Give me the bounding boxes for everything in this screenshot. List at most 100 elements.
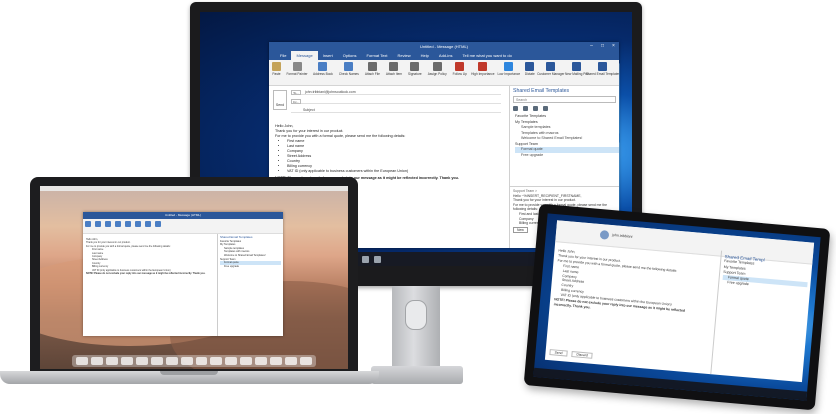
ribbon-button[interactable]: High Importance: [471, 62, 495, 76]
ribbon-button[interactable]: Paste: [272, 62, 281, 76]
tab-insert[interactable]: Insert: [318, 51, 338, 60]
ribbon-icon[interactable]: [125, 221, 131, 227]
tab-message[interactable]: Message: [291, 51, 318, 60]
ribbon-button-label: Check Names: [338, 72, 359, 76]
maximize-icon[interactable]: □: [597, 42, 608, 51]
ribbon-button-icon: [504, 62, 514, 71]
ribbon-button-label: Low Importance: [497, 72, 521, 76]
minimize-icon[interactable]: –: [586, 42, 597, 51]
tab-options[interactable]: Options: [338, 51, 362, 60]
cc-field[interactable]: Cc...: [291, 98, 501, 104]
ribbon-button-label: High Importance: [471, 72, 495, 76]
send-button[interactable]: Send: [273, 90, 287, 110]
ribbon-icon[interactable]: [115, 221, 121, 227]
taskbar-app-icon[interactable]: [374, 256, 381, 263]
ribbon-button[interactable]: Attach File: [365, 62, 380, 76]
ribbon-button[interactable]: New Mailing Poll: [565, 62, 589, 76]
tree-item[interactable]: Free upgrade: [515, 153, 619, 159]
tab-add-ins[interactable]: Add-ins: [434, 51, 458, 60]
details-list: First name Last name Company Street Addr…: [275, 139, 501, 174]
ribbon-button-icon: [525, 62, 535, 71]
close-icon[interactable]: ×: [608, 42, 619, 51]
send-button[interactable]: Send: [549, 349, 568, 357]
ribbon-button-label: Assign Policy: [427, 72, 447, 76]
tablet-message-body: Hello John, Thank you for your interest …: [554, 248, 709, 320]
tab-review[interactable]: Review: [393, 51, 416, 60]
tell-me-search[interactable]: Tell me what you want to do: [457, 51, 516, 60]
ribbon-icon[interactable]: [155, 221, 161, 227]
dock-app-icon[interactable]: [210, 357, 223, 365]
dock-app-icon[interactable]: [255, 357, 268, 365]
delete-icon[interactable]: [543, 106, 548, 111]
edit-icon[interactable]: [523, 106, 528, 111]
mac-menubar: [40, 186, 348, 191]
ribbon-button[interactable]: Dictate: [525, 62, 535, 76]
body-line: NOTE! Please do not exclude your reply i…: [86, 272, 206, 276]
sender: john.tribbiani: [611, 233, 633, 239]
ribbon-button[interactable]: Customer Manager: [537, 62, 564, 76]
ribbon-button[interactable]: Follow Up: [453, 62, 467, 76]
dock-app-icon[interactable]: [135, 357, 148, 365]
laptop-window-title: Untitled - Message (HTML): [83, 212, 283, 219]
ribbon-button[interactable]: Shared Email Templates: [586, 62, 619, 76]
discard-button[interactable]: Discard: [571, 350, 594, 359]
ribbon-button[interactable]: Address Book: [313, 62, 333, 76]
dock-app-icon[interactable]: [225, 357, 238, 365]
laptop: Untitled - Message (HTML) Hello John, Th…: [30, 177, 358, 373]
ribbon-icon[interactable]: [145, 221, 151, 227]
tab-file[interactable]: File: [275, 51, 291, 60]
avatar: [599, 230, 610, 240]
ribbon-button[interactable]: Format Painter: [286, 62, 308, 76]
ribbon-button-label: Customer Manager: [537, 72, 565, 76]
dock-app-icon[interactable]: [240, 357, 253, 365]
dock-app-icon[interactable]: [180, 357, 193, 365]
ribbon-button-icon: [478, 62, 488, 71]
to-value: john.tribbiani@johnsoutlook.com: [304, 90, 356, 94]
tablet-outlook-window: john.tribbiani Hello John, Thank you for…: [544, 220, 815, 383]
to-button[interactable]: To...: [291, 89, 301, 95]
cc-button[interactable]: Cc...: [291, 98, 301, 104]
new-template-icon[interactable]: [513, 106, 518, 111]
tablet: john.tribbiani Hello John, Thank you for…: [523, 203, 831, 411]
ribbon-button-icon: [344, 62, 354, 71]
dock-app-icon[interactable]: [270, 357, 283, 365]
ribbon-button-icon: [572, 62, 582, 71]
copy-icon[interactable]: [533, 106, 538, 111]
ribbon-icon[interactable]: [85, 221, 91, 227]
ribbon-icon[interactable]: [135, 221, 141, 227]
dock-app-icon[interactable]: [76, 357, 88, 365]
ribbon-button[interactable]: Check Names: [339, 62, 359, 76]
ribbon-button[interactable]: Assign Policy: [428, 62, 447, 76]
pane-search-input[interactable]: Search: [513, 96, 616, 103]
to-field[interactable]: To... john.tribbiani@johnsoutlook.com: [291, 89, 501, 95]
tab-format-text[interactable]: Format Text: [362, 51, 393, 60]
ribbon-button-icon: [598, 62, 608, 71]
ribbon-button-label: Dictate: [524, 72, 535, 76]
dock-app-icon[interactable]: [195, 357, 208, 365]
ribbon-button[interactable]: Low Importance: [497, 62, 521, 76]
taskbar-app-icon[interactable]: [362, 256, 369, 263]
ribbon-button-label: Attach File: [364, 72, 380, 76]
tree-item[interactable]: Free upgrade: [220, 265, 281, 269]
ribbon-button-label: Address Book: [313, 72, 333, 76]
dock-app-icon[interactable]: [285, 357, 298, 365]
ribbon-button[interactable]: Signature: [408, 62, 422, 76]
new-template-button[interactable]: New: [513, 226, 528, 234]
dock-app-icon[interactable]: [120, 357, 133, 365]
tab-help[interactable]: Help: [416, 51, 434, 60]
laptop-screen: Untitled - Message (HTML) Hello John, Th…: [40, 186, 348, 369]
subject-field[interactable]: Subject: [291, 107, 501, 113]
ribbon-button[interactable]: Attach Item: [386, 62, 402, 76]
dock-app-icon[interactable]: [300, 357, 312, 365]
ribbon-button-icon: [546, 62, 556, 71]
dock-app-icon[interactable]: [105, 357, 118, 365]
ribbon-icon[interactable]: [105, 221, 111, 227]
dock-app-icon[interactable]: [165, 357, 178, 365]
dock-app-icon[interactable]: [150, 357, 163, 365]
pane-title: Shared Email Templates: [513, 88, 570, 94]
message-body[interactable]: Hello John, Thank you for your interest …: [275, 124, 501, 181]
dock-app-icon[interactable]: [90, 357, 103, 365]
ribbon-icon[interactable]: [95, 221, 101, 227]
ribbon-button-icon: [455, 62, 465, 71]
template-tree: Favorite Templates My Templates Sample t…: [510, 114, 619, 158]
